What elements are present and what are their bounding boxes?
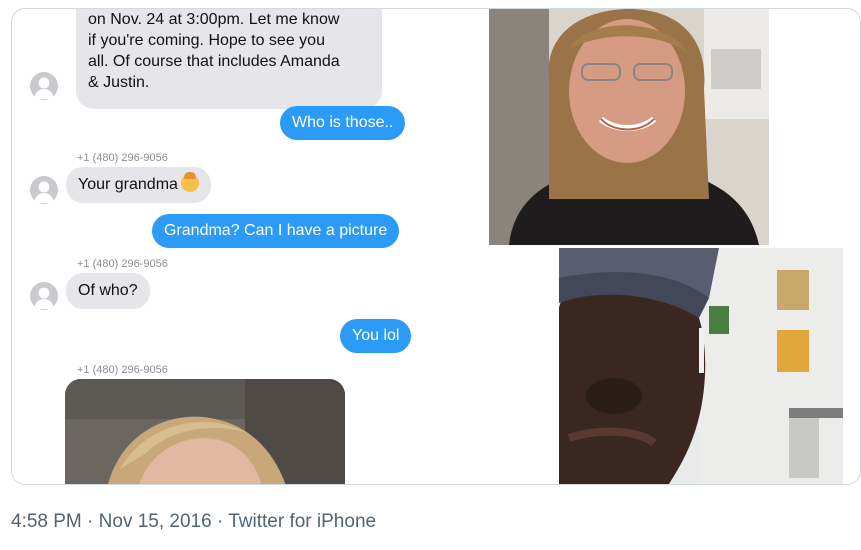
man-selfie-photo [559, 248, 843, 484]
message-line: on Nov. 24 at 3:00pm. Let me know [88, 11, 340, 28]
tweet-timestamp-line: 4:58 PM · Nov 15, 2016 · Twitter for iPh… [11, 511, 376, 533]
message-bubble-outgoing-2: Grandma? Can I have a picture [152, 214, 400, 248]
text-message-screenshot: on Nov. 24 at 3:00pm. Let me know if you… [12, 9, 490, 484]
message-bubble-incoming-2: Your grandma [66, 167, 211, 203]
tweet-media-card[interactable]: on Nov. 24 at 3:00pm. Let me know if you… [11, 8, 861, 485]
contact-avatar [30, 176, 58, 204]
sender-number: +1 (480) 296-9056 [77, 152, 168, 164]
message-bubble-outgoing-1: Who is those.. [280, 106, 406, 140]
message-bubble-incoming-3: Of who? [66, 273, 150, 309]
contact-avatar [30, 282, 58, 310]
message-bubble-incoming-1: on Nov. 24 at 3:00pm. Let me know if you… [76, 9, 382, 109]
separator-dot: · [87, 511, 94, 532]
message-line: & Justin. [88, 74, 150, 91]
woman-selfie-photo [489, 9, 769, 245]
tweet-date-link[interactable]: Nov 15, 2016 [99, 511, 212, 532]
message-bubble-outgoing-3: You lol [340, 319, 412, 353]
sender-number: +1 (480) 296-9056 [77, 258, 168, 270]
tweet-time-link[interactable]: 4:58 PM [11, 511, 82, 532]
separator-dot: · [216, 511, 224, 532]
contact-avatar [30, 72, 58, 100]
tweet-source-link[interactable]: Twitter for iPhone [228, 511, 376, 532]
sender-number: +1 (480) 296-9056 [77, 364, 168, 376]
message-text: Your grandma [78, 176, 178, 193]
older-woman-emoji-icon [180, 172, 199, 192]
message-line: all. Of course that includes Amanda [88, 53, 340, 70]
message-line: if you're coming. Hope to see you [88, 32, 325, 49]
chat-photo-attachment [65, 379, 345, 484]
